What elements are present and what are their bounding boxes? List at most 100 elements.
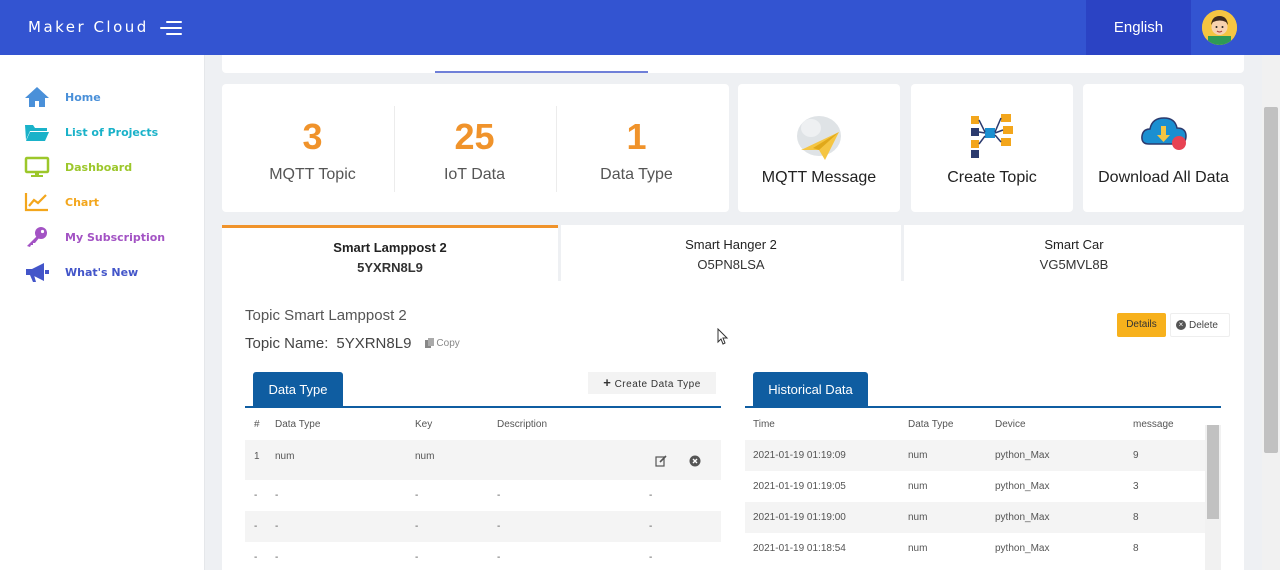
sidebar-item-chart[interactable]: Chart — [24, 189, 99, 215]
top-bar: Maker Cloud English — [0, 0, 1280, 55]
action-label: Download All Data — [1098, 169, 1229, 186]
tab-historical-data[interactable]: Historical Data — [753, 372, 868, 408]
table-cell: - — [275, 552, 279, 563]
table-row: 2021-01-19 01:18:54 num python_Max 8 — [745, 533, 1205, 564]
table-cell: - — [497, 521, 501, 532]
create-data-type-label: Create Data Type — [614, 379, 701, 390]
hamburger-menu-icon[interactable] — [160, 20, 182, 36]
sidebar-item-dashboard[interactable]: Dashboard — [24, 154, 132, 180]
table-cell: 3 — [1133, 481, 1139, 492]
sidebar-item-label: Dashboard — [65, 160, 133, 174]
table-row: - - - - - — [245, 480, 721, 511]
table-cell: num — [908, 481, 928, 492]
language-selector[interactable]: English — [1086, 0, 1191, 55]
page-scrollbar[interactable] — [1262, 55, 1280, 570]
column-header: Device — [995, 419, 1026, 430]
active-tab-indicator — [435, 71, 648, 73]
device-tab-smart-car[interactable]: Smart Car VG5MVL8B — [904, 225, 1244, 281]
stat-label: IoT Data — [443, 166, 506, 183]
table-cell: 8 — [1133, 543, 1139, 554]
table-cell: 2021-01-19 01:18:54 — [753, 543, 846, 554]
copy-label: Copy — [436, 337, 460, 349]
table-cell: - — [254, 490, 258, 501]
table-cell: - — [254, 552, 258, 563]
sidebar-item-label: List of Projects — [65, 125, 159, 139]
sidebar: Home List of Projects Dashboard Chart My… — [0, 55, 205, 570]
table-cell: 2021-01-19 01:19:05 — [753, 481, 846, 492]
device-code: VG5MVL8B — [1039, 257, 1109, 272]
table-cell: - — [415, 521, 419, 532]
sidebar-item-whats-new[interactable]: What's New — [24, 259, 138, 285]
column-header: Time — [753, 419, 775, 430]
paper-plane-cloud-icon — [797, 116, 841, 160]
topic-name-row: Topic Name: 5YXRN8L9 Copy — [245, 335, 460, 352]
download-all-data-button[interactable]: Download All Data — [1083, 84, 1244, 212]
brand-title: Maker Cloud — [28, 18, 149, 36]
sidebar-item-list-of-projects[interactable]: List of Projects — [24, 119, 158, 145]
table-cell: - — [415, 490, 419, 501]
table-row: - - - - - — [245, 511, 721, 542]
table-cell: - — [254, 521, 258, 532]
table-row: 2021-01-19 01:19:05 num python_Max 3 — [745, 471, 1205, 502]
table-cell: num — [908, 543, 928, 554]
stat-value: 25 — [454, 116, 495, 157]
topic-name-label: Topic Name: — [245, 335, 329, 352]
device-tab-smart-lamppost-2[interactable]: Smart Lamppost 2 5YXRN8L9 — [222, 225, 558, 281]
stat-data-type: 1 Data Type — [554, 84, 719, 212]
stat-label: MQTT Topic — [269, 166, 356, 183]
sidebar-item-label: Chart — [65, 195, 100, 209]
mouse-cursor-icon — [717, 328, 729, 345]
scrollbar-thumb[interactable] — [1207, 425, 1219, 519]
mqtt-message-button[interactable]: MQTT Message — [738, 84, 900, 212]
project-tab-strip — [222, 55, 1244, 73]
action-label: Create Topic — [947, 169, 1037, 186]
user-avatar[interactable] — [1202, 10, 1237, 45]
data-type-table: # Data Type Key Description 1 num num - … — [245, 408, 721, 570]
delete-label: Delete — [1189, 320, 1218, 331]
device-name: Smart Car — [1044, 237, 1104, 252]
device-name: Smart Lamppost 2 — [333, 240, 447, 255]
table-cell: - — [275, 521, 279, 532]
table-cell: 2021-01-19 01:19:09 — [753, 450, 846, 461]
cloud-download-icon — [1140, 117, 1187, 150]
table-cell: - — [649, 490, 653, 501]
delete-button[interactable]: × Delete — [1170, 313, 1230, 337]
details-button[interactable]: Details — [1117, 313, 1166, 337]
home-icon — [25, 87, 49, 107]
megaphone-icon — [26, 263, 49, 282]
table-row: 1 num num — [245, 440, 721, 480]
table-cell: python_Max — [995, 543, 1050, 554]
column-header: Key — [415, 419, 433, 430]
remove-icon[interactable] — [689, 455, 701, 467]
folder-icon — [25, 125, 49, 141]
table-cell: python_Max — [995, 481, 1050, 492]
table-cell: 2021-01-19 01:19:00 — [753, 512, 846, 523]
sidebar-item-my-subscription[interactable]: My Subscription — [24, 224, 165, 250]
edit-icon[interactable] — [655, 455, 667, 467]
table-header: Time Data Type Device message — [745, 408, 1205, 440]
column-header: # — [254, 419, 260, 430]
key-icon — [27, 227, 47, 247]
device-name: Smart Hanger 2 — [685, 237, 777, 252]
copy-button[interactable]: Copy — [425, 337, 460, 349]
table-cell: - — [497, 490, 501, 501]
sidebar-item-label: What's New — [65, 265, 139, 279]
column-header: message — [1133, 419, 1174, 430]
device-tab-smart-hanger-2[interactable]: Smart Hanger 2 O5PN8LSA — [561, 225, 901, 281]
topic-title: Topic Smart Lamppost 2 — [245, 307, 407, 324]
column-header: Data Type — [275, 419, 321, 430]
table-cell: - — [275, 490, 279, 501]
create-topic-button[interactable]: Create Topic — [911, 84, 1073, 212]
device-code: O5PN8LSA — [697, 257, 765, 272]
tab-data-type[interactable]: Data Type — [253, 372, 343, 408]
sidebar-item-home[interactable]: Home — [24, 84, 101, 110]
copy-icon — [425, 338, 435, 348]
table-cell: python_Max — [995, 450, 1050, 461]
scrollbar-thumb[interactable] — [1264, 107, 1278, 453]
create-data-type-button[interactable]: + Create Data Type — [588, 372, 716, 394]
column-header: Data Type — [908, 419, 954, 430]
sidebar-item-label: My Subscription — [65, 230, 166, 244]
table-row: - - - - - — [245, 542, 721, 570]
table-cell: num — [908, 512, 928, 523]
table-scrollbar[interactable] — [1205, 425, 1221, 570]
